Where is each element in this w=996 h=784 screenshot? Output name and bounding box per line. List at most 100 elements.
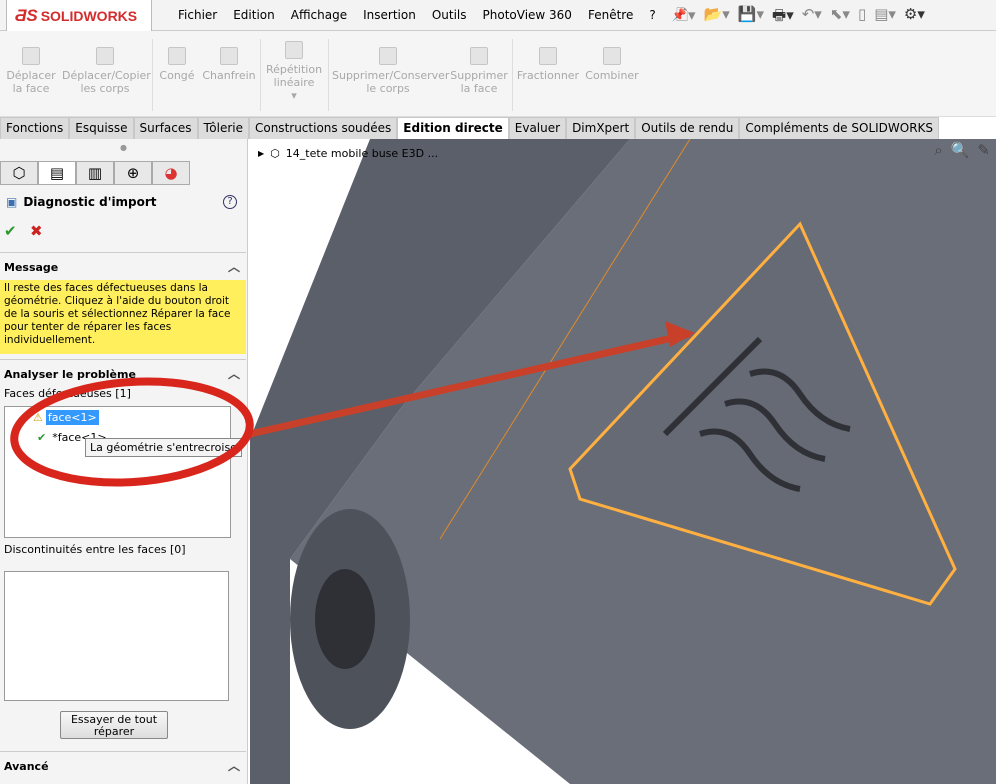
previous-view-icon[interactable]: ✎ xyxy=(977,141,990,159)
undo-icon[interactable]: ↶▾ xyxy=(802,5,822,30)
label: Supprimer la face xyxy=(450,69,508,95)
select-icon[interactable]: ⬉▾ xyxy=(830,5,850,30)
label: Avancé xyxy=(4,760,49,773)
tab-dimxpert[interactable]: DimXpert xyxy=(566,117,636,139)
label: Chanfrein xyxy=(202,69,256,82)
move-face-button[interactable]: Déplacer la face xyxy=(6,47,56,95)
chamfer-button[interactable]: Chanfrein xyxy=(202,47,256,82)
label: Combiner xyxy=(585,69,639,82)
menu-edition[interactable]: Edition xyxy=(225,8,283,22)
message-section-header[interactable]: Message ︿ xyxy=(0,252,246,274)
label: Fractionner xyxy=(516,69,580,82)
property-manager: ● ⬡ ▤ ▥ ⊕ ◕ ▣ Diagnostic d'import ? ✔ ✖ … xyxy=(0,139,248,784)
cancel-x-icon[interactable]: ✖ xyxy=(30,222,43,240)
delete-keep-body-button[interactable]: Supprimer/Conserver le corps xyxy=(332,47,449,95)
graphics-area[interactable]: ▶ ⬡ 14_tete mobile buse E3D ... ⌕ 🔍 ✎ xyxy=(250,139,996,784)
combine-icon xyxy=(603,47,621,65)
dropdown-arrow-icon[interactable]: ▾ xyxy=(291,89,297,102)
ds-logo-icon: ƋS xyxy=(15,5,38,25)
tab-evaluer[interactable]: Evaluer xyxy=(508,117,567,139)
expand-arrow-icon[interactable]: ▶ xyxy=(258,149,264,158)
warning-face-icon: ⚠ xyxy=(33,411,43,424)
analyze-section-header[interactable]: Analyser le problème ︿ xyxy=(0,359,246,381)
tab-outils-rendu[interactable]: Outils de rendu xyxy=(635,117,740,139)
print-icon[interactable]: 🖶▾ xyxy=(772,5,794,30)
property-manager-tab[interactable]: ▤ xyxy=(38,161,76,185)
linear-pattern-button[interactable]: Répétition linéaire ▾ xyxy=(264,41,324,102)
part-icon: ⬡ xyxy=(270,147,280,160)
label: Congé xyxy=(159,69,195,82)
label: Déplacer/Copier les corps xyxy=(62,69,151,95)
save-icon[interactable]: 💾▾ xyxy=(738,5,764,30)
tab-tolerie[interactable]: Tôlerie xyxy=(197,117,249,139)
label: Répétition linéaire xyxy=(265,63,323,89)
configuration-manager-tab[interactable]: ▥ xyxy=(76,161,114,185)
menu-outils[interactable]: Outils xyxy=(424,8,475,22)
advanced-section-header[interactable]: Avancé ︿ xyxy=(0,751,246,773)
move-copy-icon xyxy=(96,47,114,65)
panel-splitter[interactable]: ● xyxy=(0,143,247,152)
command-manager: Déplacer la face Déplacer/Copier les cor… xyxy=(0,31,996,117)
tab-constructions-soudees[interactable]: Constructions soudées xyxy=(248,117,398,139)
zoom-fit-icon[interactable]: ⌕ xyxy=(934,141,942,159)
menu-fenetre[interactable]: Fenêtre xyxy=(580,8,641,22)
tab-edition-directe[interactable]: Edition directe xyxy=(397,117,509,139)
divider xyxy=(328,39,329,111)
split-button[interactable]: Fractionner xyxy=(516,47,580,82)
tab-complements[interactable]: Compléments de SOLIDWORKS xyxy=(739,117,940,139)
open-icon[interactable]: 📂▾ xyxy=(704,5,730,30)
message-box: Il reste des faces défectueuses dans la … xyxy=(0,280,246,354)
gaps-label: Discontinuités entre les faces [0] xyxy=(4,543,186,556)
label: Analyser le problème xyxy=(4,368,136,381)
rebuild-icon[interactable]: ▯ xyxy=(858,5,866,30)
options-icon[interactable]: ⚙▾ xyxy=(904,5,925,30)
menu-help[interactable]: ? xyxy=(641,8,663,22)
help-icon[interactable]: ? xyxy=(223,195,237,209)
divider xyxy=(152,39,153,111)
tab-esquisse[interactable]: Esquisse xyxy=(69,117,134,139)
linear-pattern-icon xyxy=(285,41,303,59)
fillet-button[interactable]: Congé xyxy=(158,47,196,82)
view-toolbar: ⌕ 🔍 ✎ xyxy=(934,141,990,159)
ok-check-icon[interactable]: ✔ xyxy=(4,222,17,240)
combine-button[interactable]: Combiner xyxy=(584,47,640,82)
menu-insertion[interactable]: Insertion xyxy=(355,8,424,22)
new-icon[interactable]: 🗋▾ xyxy=(676,5,696,30)
feature-manager-tab[interactable]: ⬡ xyxy=(0,161,38,185)
zoom-area-icon[interactable]: 🔍 xyxy=(951,141,970,159)
3d-part-view[interactable] xyxy=(250,139,996,784)
dimxpert-manager-tab[interactable]: ⊕ xyxy=(114,161,152,185)
display-manager-tab[interactable]: ◕ xyxy=(152,161,190,185)
delete-body-icon xyxy=(379,47,397,65)
panel-title: Diagnostic d'import xyxy=(23,195,157,209)
menu-affichage[interactable]: Affichage xyxy=(283,8,355,22)
command-tabs: Fonctions Esquisse Surfaces Tôlerie Cons… xyxy=(0,117,940,139)
divider xyxy=(260,39,261,111)
label: Déplacer la face xyxy=(6,69,56,95)
list-item[interactable]: ⚠ face<1> xyxy=(33,410,99,425)
solidworks-logo[interactable]: ƋS SOLIDWORKS xyxy=(6,0,152,32)
collapse-chevron-icon[interactable]: ︿ xyxy=(228,757,240,774)
repair-all-button[interactable]: Essayer de tout réparer xyxy=(60,711,168,739)
collapse-chevron-icon[interactable]: ︿ xyxy=(228,258,240,275)
feature-tree-root[interactable]: ▶ ⬡ 14_tete mobile buse E3D ... xyxy=(258,147,438,160)
item-label: face<1> xyxy=(45,410,99,425)
quick-access-toolbar: 🗋▾ 📂▾ 💾▾ 🖶▾ ↶▾ ⬉▾ ▯ ▤▾ ⚙▾ xyxy=(676,5,925,30)
move-copy-body-button[interactable]: Déplacer/Copier les corps xyxy=(62,47,151,95)
menu-fichier[interactable]: Fichier xyxy=(170,8,225,22)
import-diagnostics-icon: ▣ xyxy=(6,195,18,209)
tab-fonctions[interactable]: Fonctions xyxy=(0,117,70,139)
label: Message xyxy=(4,261,59,274)
label: Supprimer/Conserver le corps xyxy=(332,69,450,95)
file-properties-icon[interactable]: ▤▾ xyxy=(874,5,896,30)
faulty-faces-list[interactable]: ⚠ face<1> ✔ *face<1> xyxy=(4,406,231,538)
collapse-chevron-icon[interactable]: ︿ xyxy=(228,365,240,382)
delete-face-button[interactable]: Supprimer la face xyxy=(450,47,508,95)
part-name: 14_tete mobile buse E3D ... xyxy=(285,147,439,160)
check-icon: ✔ xyxy=(37,431,47,444)
gaps-list[interactable] xyxy=(4,571,229,701)
tab-surfaces[interactable]: Surfaces xyxy=(133,117,198,139)
part-hole xyxy=(315,569,375,669)
divider xyxy=(512,39,513,111)
menu-photoview[interactable]: PhotoView 360 xyxy=(475,8,580,22)
